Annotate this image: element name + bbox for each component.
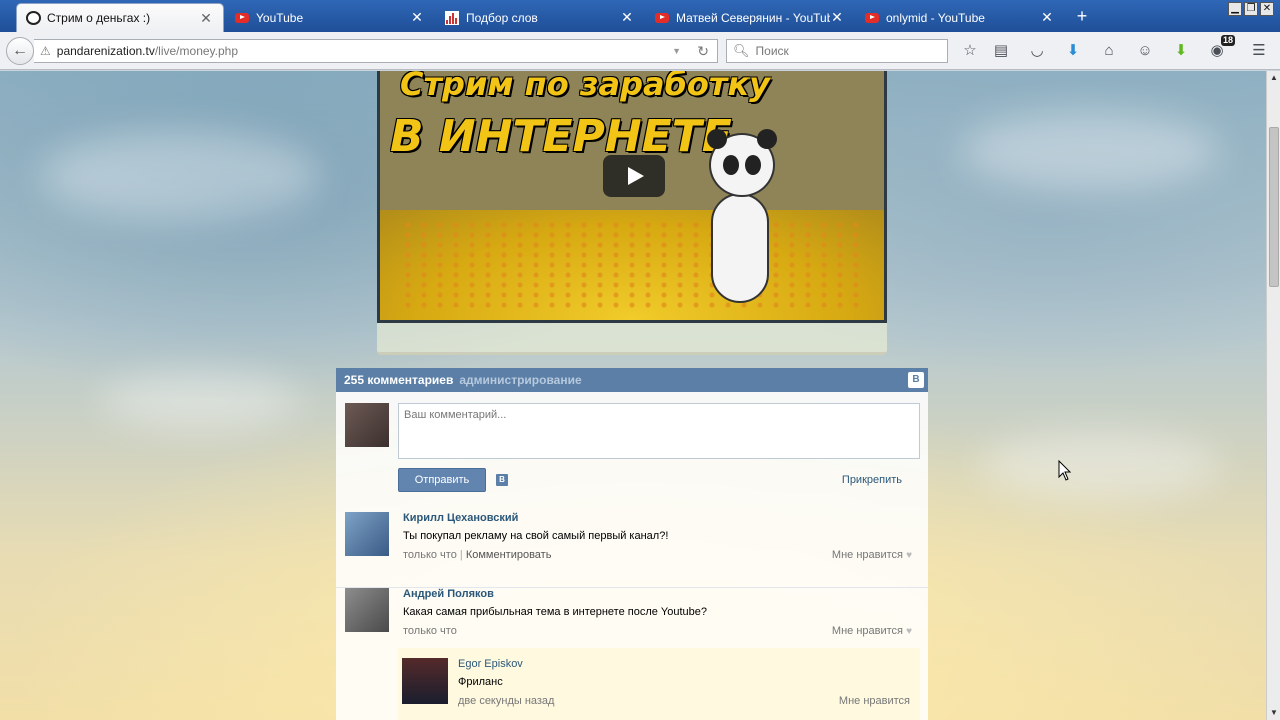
close-window-icon[interactable]: ✕ — [1260, 2, 1274, 16]
download-arrow-icon[interactable]: ⬇ — [1061, 39, 1085, 63]
new-tab-plus-icon[interactable]: + — [1072, 6, 1092, 26]
comment-text: Ты покупал рекламу на свой самый первый … — [403, 530, 669, 542]
send-button[interactable]: Отправить — [398, 468, 486, 492]
tab-money-stream[interactable]: Стрим о деньгах :) ✕ — [16, 3, 224, 32]
scroll-down-arrow-icon[interactable]: ▼ — [1267, 706, 1280, 720]
like-button[interactable]: Мне нравится ♥ — [832, 549, 912, 561]
search-placeholder: Поиск — [755, 44, 789, 58]
addon-shield-icon[interactable]: ◉ 18 — [1205, 35, 1235, 63]
like-button[interactable]: Мне нравится ♥ — [832, 625, 912, 637]
navigation-bar: ← ⚠ pandarenization.tv/live/money.php ▼ … — [0, 32, 1280, 70]
tab-title: onlymid - YouTube — [886, 10, 985, 25]
reply-avatar[interactable] — [402, 658, 448, 704]
youtube-icon — [864, 10, 880, 26]
minimize-icon[interactable]: ▁ — [1228, 2, 1242, 16]
like-label: Мне нравится — [831, 549, 903, 561]
mouse-cursor-icon — [1058, 460, 1072, 481]
green-download-icon[interactable]: ⬇ — [1169, 39, 1193, 63]
video-reflection — [377, 323, 887, 355]
background-cloud — [40, 131, 320, 221]
comment-reply: Egor Episkov Фриланс две секунды назад М… — [398, 648, 920, 720]
back-arrow-icon[interactable]: ← — [6, 37, 34, 65]
scroll-up-arrow-icon[interactable]: ▲ — [1267, 71, 1280, 85]
comment-avatar[interactable] — [345, 588, 389, 632]
reply-author[interactable]: Egor Episkov — [458, 658, 523, 670]
page-content: Стрим по заработку В ИНТЕРНЕТЕ 255 комме… — [0, 71, 1266, 720]
close-icon[interactable]: ✕ — [620, 9, 634, 26]
vk-comments-widget: 255 комментариев администрирование В адм… — [336, 368, 928, 720]
comment-avatar[interactable] — [345, 512, 389, 556]
comment-text: Какая самая прибыльная тема в интернете … — [403, 606, 708, 618]
comment-author[interactable]: Андрей Поляков — [403, 588, 494, 600]
background-cloud — [980, 431, 1220, 501]
separator: | — [459, 549, 463, 561]
attach-link[interactable]: Прикрепить — [842, 474, 902, 486]
comment-author[interactable]: Кирилл Цехановский — [403, 512, 518, 524]
panda-icon — [25, 10, 41, 26]
search-box[interactable]: 🔍︎ Поиск — [726, 39, 948, 63]
youtube-icon — [234, 10, 250, 26]
close-icon[interactable]: ✕ — [1040, 9, 1054, 26]
home-icon[interactable]: ⌂ — [1097, 39, 1121, 63]
reload-icon[interactable]: ↻ — [697, 43, 709, 60]
comments-header: 255 комментариев администрирование В — [336, 368, 928, 392]
play-button-icon[interactable] — [603, 155, 665, 197]
tab-youtube[interactable]: YouTube ✕ — [226, 3, 434, 32]
like-label: Мне нравится — [831, 625, 903, 637]
vk-share-icon[interactable]: В — [496, 474, 508, 486]
reply-like-button[interactable]: Мне нравится — [839, 695, 910, 707]
video-title-line1: Стрим по заработку — [400, 71, 771, 103]
comment-item: Кирилл Цехановский Ты покупал рекламу на… — [336, 512, 928, 582]
admin-link[interactable]: администрирование — [459, 373, 581, 387]
coins-pattern — [400, 220, 864, 310]
heart-icon: ♥ — [906, 550, 912, 561]
panda-mascot — [705, 129, 785, 313]
chat-icon[interactable]: ☺ — [1133, 39, 1157, 63]
notification-badge: 18 — [1220, 35, 1235, 46]
video-title-line2: В ИНТЕРНЕТЕ — [390, 111, 732, 162]
video-player[interactable]: Стрим по заработку В ИНТЕРНЕТЕ — [377, 71, 887, 323]
comment-meta: только что | Комментировать — [403, 549, 551, 561]
reply-text: Фриланс — [458, 676, 503, 688]
pocket-icon[interactable]: ◡ — [1025, 39, 1049, 63]
current-user-avatar — [345, 403, 389, 447]
bookmarks-list-icon[interactable]: ▤ — [989, 39, 1013, 63]
warning-icon: ⚠ — [40, 44, 51, 58]
tab-title: Матвей Северянин - YouTube — [676, 10, 830, 25]
close-icon[interactable]: ✕ — [410, 9, 424, 26]
scroll-thumb[interactable] — [1269, 127, 1279, 287]
menu-hamburger-icon[interactable]: ☰ — [1247, 39, 1271, 63]
comment-meta: только что — [403, 625, 457, 637]
url-path: /live/money.php — [154, 44, 238, 58]
close-icon[interactable]: ✕ — [830, 9, 844, 26]
tab-matvey-youtube[interactable]: Матвей Северянин - YouTube ✕ — [646, 3, 854, 32]
comment-item: Андрей Поляков Какая самая прибыльная те… — [336, 587, 928, 657]
comment-time: только что — [403, 625, 457, 637]
tab-word-selection[interactable]: Подбор слов ✕ — [436, 3, 644, 32]
tab-title: YouTube — [256, 10, 304, 25]
bar-chart-icon — [444, 10, 460, 26]
search-icon: 🔍︎ — [733, 43, 750, 58]
restore-icon[interactable]: ❐ — [1244, 2, 1258, 16]
reply-time: две секунды назад — [458, 695, 555, 707]
comment-time: только что — [403, 549, 457, 561]
dropdown-arrow-icon[interactable]: ▼ — [672, 46, 681, 56]
close-icon[interactable]: ✕ — [199, 10, 213, 27]
tab-title: Подбор слов — [466, 10, 538, 25]
comments-count: 255 комментариев — [344, 373, 454, 387]
tab-bar: Стрим о деньгах :) ✕ YouTube ✕ Подбор сл… — [0, 0, 1280, 32]
bookmark-star-icon[interactable]: ☆ — [958, 39, 982, 63]
background-cloud — [960, 111, 1220, 191]
vk-logo-icon[interactable]: В — [908, 372, 924, 388]
tab-onlymid-youtube[interactable]: onlymid - YouTube ✕ — [856, 3, 1064, 32]
background-cloud — [100, 371, 300, 431]
heart-icon: ♥ — [906, 626, 912, 637]
tab-title: Стрим о деньгах :) — [47, 11, 151, 25]
address-bar[interactable]: ⚠ pandarenization.tv/live/money.php ▼ ↻ — [34, 39, 718, 63]
comment-input[interactable]: Ваш комментарий... — [398, 403, 920, 459]
vertical-scrollbar[interactable]: ▲ ▼ — [1266, 71, 1280, 720]
reply-link[interactable]: Комментировать — [466, 549, 552, 561]
url-host: pandarenization.tv — [56, 44, 155, 58]
youtube-icon — [654, 10, 670, 26]
